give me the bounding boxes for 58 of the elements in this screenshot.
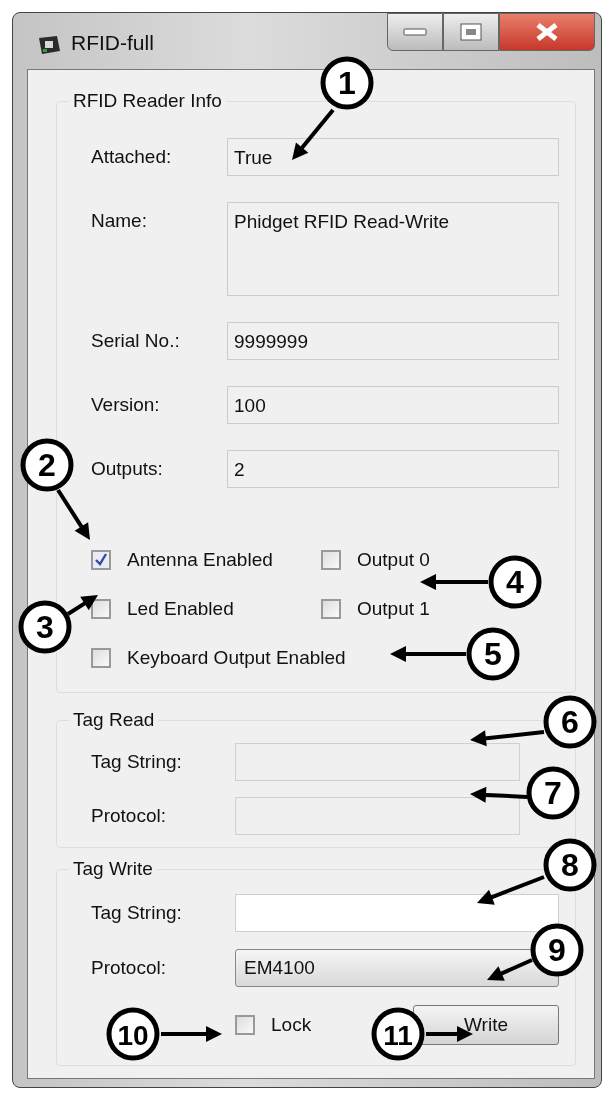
group-title: Tag Write: [72, 858, 154, 880]
field-label: Tag String:: [91, 750, 183, 773]
checkbox-label: Output 1: [357, 598, 430, 620]
arrow: [292, 108, 335, 160]
maximize-icon: [460, 23, 482, 41]
checkbox[interactable]: [321, 550, 341, 570]
text-field[interactable]: Phidget RFID Read-Write: [227, 202, 559, 296]
minimize-button[interactable]: [387, 13, 443, 51]
arrow: [56, 488, 90, 540]
checkbox[interactable]: [91, 550, 111, 570]
field-label: Name:: [91, 209, 148, 232]
callout-number: 4: [488, 555, 542, 609]
close-button[interactable]: [499, 13, 595, 51]
checkbox[interactable]: [91, 599, 111, 619]
arrow: [470, 786, 528, 803]
close-icon: [535, 23, 559, 41]
checkbox-label: Led Enabled: [127, 598, 234, 620]
field-label: Tag String:: [91, 901, 183, 924]
group-title: RFID Reader Info: [72, 90, 223, 112]
checkbox[interactable]: [235, 1015, 255, 1035]
minimize-icon: [403, 27, 427, 37]
checkbox[interactable]: [321, 599, 341, 619]
maximize-button[interactable]: [443, 13, 499, 51]
checkbox-label: Output 0: [357, 549, 430, 571]
checkbox-label: Lock: [271, 1014, 312, 1036]
field-label: Protocol:: [91, 804, 167, 827]
callout-number: 3: [18, 600, 72, 654]
field-label: Serial No.:: [91, 329, 181, 352]
text-field[interactable]: True: [227, 138, 559, 176]
checkbox-label: Keyboard Output Enabled: [127, 647, 346, 669]
callout-number: 7: [526, 766, 580, 820]
write-button[interactable]: Write: [413, 1005, 559, 1045]
checkbox-label: Antenna Enabled: [127, 549, 273, 571]
arrow: [161, 1026, 222, 1042]
callout-number: 1: [320, 56, 374, 110]
field-label: Protocol:: [91, 956, 167, 979]
window-title: RFID-full: [71, 31, 154, 55]
arrow: [477, 875, 545, 905]
callout-number: 6: [543, 695, 597, 749]
callout-number: 5: [466, 627, 520, 681]
callout-number: 11: [371, 1007, 425, 1061]
group-title: Tag Read: [72, 709, 156, 731]
circuit-board-icon: [37, 35, 61, 55]
checkbox[interactable]: [91, 648, 111, 668]
field-label: Version:: [91, 393, 161, 416]
text-field[interactable]: 100: [227, 386, 559, 424]
arrow: [420, 574, 488, 590]
text-field[interactable]: [235, 894, 559, 932]
field-label: Outputs:: [91, 457, 164, 480]
callout-number: 10: [106, 1007, 160, 1061]
text-field[interactable]: 9999999: [227, 322, 559, 360]
arrow: [66, 595, 98, 616]
text-field[interactable]: 2: [227, 450, 559, 488]
callout-number: 8: [543, 838, 597, 892]
arrow: [487, 958, 533, 981]
field-label: Attached:: [91, 145, 173, 168]
callout-number: 9: [530, 923, 584, 977]
callout-number: 2: [20, 438, 74, 492]
